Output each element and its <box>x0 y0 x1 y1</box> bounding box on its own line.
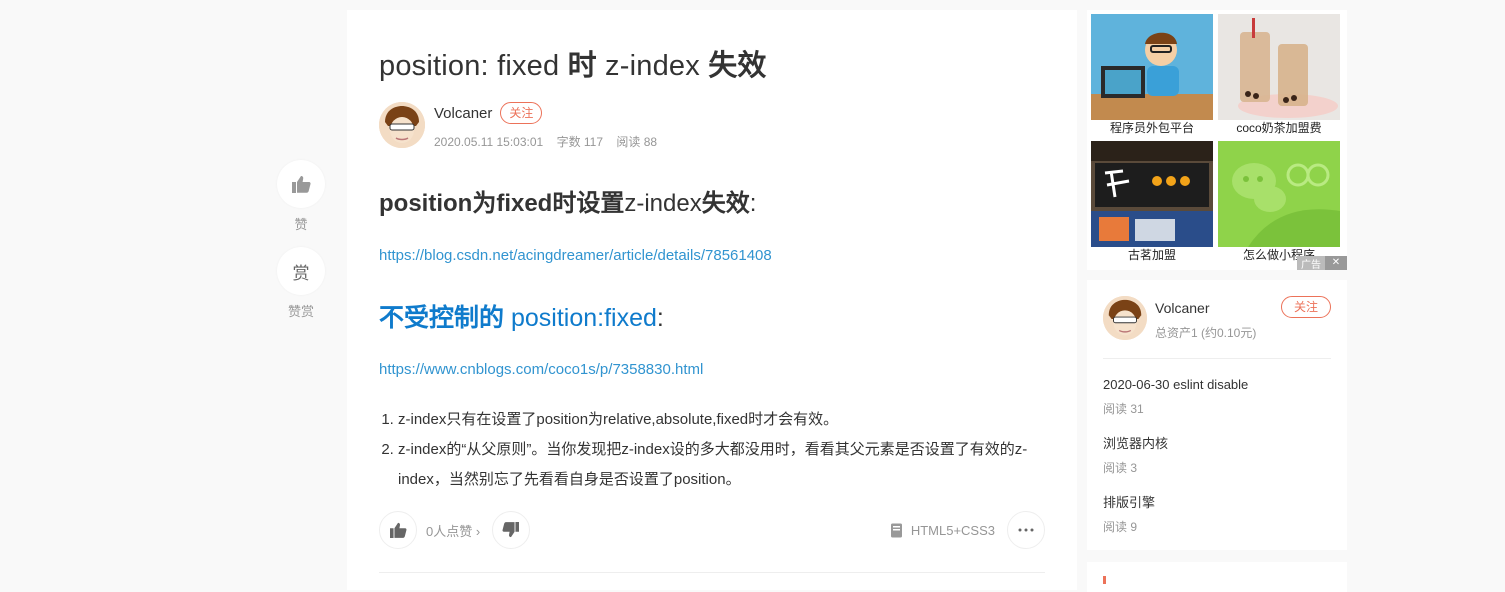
heading-part: fixed <box>496 190 553 217</box>
word-count: 字数 117 <box>556 135 604 149</box>
ad-item[interactable]: coco奶茶加盟费 <box>1218 14 1340 136</box>
divider <box>379 572 1045 573</box>
heading-part: : <box>749 190 757 217</box>
ad-label: 广告 <box>1301 259 1321 271</box>
list-item[interactable]: 浏览器内核 阅读 3 <box>1103 435 1331 494</box>
side-actions: 赞 赏 赞赏 <box>277 160 325 334</box>
like-button[interactable] <box>379 511 417 549</box>
title-part: z-index <box>596 50 709 82</box>
list-item[interactable]: 排版引擎 阅读 9 <box>1103 494 1331 553</box>
side-reward-button[interactable]: 赏 赞赏 <box>277 247 325 320</box>
article-title: position: fixed 时 z-index 失效 <box>379 48 1045 84</box>
side-like-circle[interactable] <box>277 160 325 208</box>
thumbs-down-icon <box>502 522 520 538</box>
ad-image[interactable] <box>1091 141 1213 247</box>
notes-list: z-index只有在设置了position为relative,absolute,… <box>379 405 1045 495</box>
author-info: Volcaner 关注 2020.05.11 15:03:01 字数 117 阅… <box>434 102 667 150</box>
side-reward-circle[interactable]: 赏 <box>277 247 325 295</box>
author-row: Volcaner 关注 2020.05.11 15:03:01 字数 117 阅… <box>379 102 1045 150</box>
card-accent-bar <box>1103 576 1106 584</box>
list-item[interactable]: 2020-06-30 eslint disable 阅读 31 <box>1103 376 1331 435</box>
heading-part: 为 <box>472 190 497 217</box>
chevron-right-icon: › <box>475 523 481 539</box>
article-card: position: fixed 时 z-index 失效 Volcaner 关注… <box>347 10 1077 590</box>
heading-bold: 不受控制的 <box>379 304 505 332</box>
next-card <box>1087 562 1347 592</box>
title-part: position: fixed <box>379 50 568 82</box>
ad-caption[interactable]: 程序员外包平台 <box>1091 120 1213 136</box>
author-posts-list: 2020-06-30 eslint disable 阅读 31 浏览器内核 阅读… <box>1103 376 1331 553</box>
author-card-avatar[interactable] <box>1103 296 1147 340</box>
ad-caption[interactable]: coco奶茶加盟费 <box>1218 120 1340 136</box>
ad-mark: 广告 ✕ <box>1297 256 1347 271</box>
ad-image[interactable] <box>1091 14 1213 120</box>
heading-part: 失效 <box>701 190 750 217</box>
collection-tag-label[interactable]: HTML5+CSS3 <box>911 523 995 538</box>
article-actions-bar: 0人点赞 › HTML5+CSS3 <box>379 510 1045 550</box>
post-title[interactable]: 浏览器内核 <box>1103 435 1331 453</box>
like-count-text[interactable]: 0人点赞 <box>426 524 472 539</box>
author-card-asset: 总资产1 (约0.10元) <box>1155 326 1257 340</box>
thumbs-up-icon <box>292 176 311 193</box>
ad-caption[interactable]: 古茗加盟 <box>1091 247 1213 263</box>
title-part: 失效 <box>708 50 767 82</box>
author-card: Volcaner 总资产1 (约0.10元) 关注 2020-06-30 esl… <box>1087 280 1347 550</box>
heading-colon: : <box>656 304 664 332</box>
follow-button[interactable]: 关注 <box>500 102 543 124</box>
heading-part: 时设置 <box>552 190 625 217</box>
author-card-header: Volcaner 总资产1 (约0.10元) 关注 <box>1103 296 1331 359</box>
ad-item[interactable]: 古茗加盟 <box>1091 141 1213 263</box>
author-avatar[interactable] <box>379 102 425 148</box>
ad-panel: 程序员外包平台 coco奶茶加盟费 古茗加盟 怎么做小程序 广告 ✕ <box>1087 10 1347 271</box>
post-reads: 阅读 31 <box>1103 402 1144 416</box>
more-button[interactable] <box>1007 511 1045 549</box>
reward-icon: 赏 <box>292 263 310 283</box>
author-card-name[interactable]: Volcaner <box>1155 300 1209 316</box>
ad-image[interactable] <box>1218 141 1340 247</box>
author-card-follow-button[interactable]: 关注 <box>1281 296 1331 318</box>
heading-rest: position:fixed <box>504 304 657 332</box>
notebook-icon <box>890 523 902 537</box>
dislike-button[interactable] <box>492 511 531 549</box>
post-title[interactable]: 2020-06-30 eslint disable <box>1103 376 1331 394</box>
side-like-label: 赞 <box>294 217 308 232</box>
title-part: 时 <box>567 50 597 82</box>
read-count: 阅读 88 <box>616 135 658 149</box>
ad-item[interactable]: 程序员外包平台 <box>1091 14 1213 136</box>
collection-tag[interactable]: HTML5+CSS3 <box>890 511 1045 549</box>
side-reward-label: 赞赏 <box>287 304 314 319</box>
author-name[interactable]: Volcaner <box>434 105 492 122</box>
article-meta: 2020.05.11 15:03:01 字数 117 阅读 88 <box>434 133 667 150</box>
like-count[interactable]: 0人点赞 › <box>426 521 480 540</box>
list-item: z-index的“从父原则”。当你发现把z-index设的多大都没用时，看看其父… <box>398 435 1045 495</box>
author-top: Volcaner 关注 <box>434 102 667 124</box>
close-icon[interactable]: ✕ <box>1325 256 1347 270</box>
avatar-image <box>379 102 425 148</box>
heading-part: z-index <box>624 190 702 217</box>
section-heading-1: position为fixed时设置z-index失效: <box>379 186 1045 222</box>
section-heading-2: 不受控制的 position:fixed: <box>379 300 1045 336</box>
reference-link-2[interactable]: https://www.cnblogs.com/coco1s/p/7358830… <box>379 361 1045 378</box>
reference-link-1[interactable]: https://blog.csdn.net/acingdreamer/artic… <box>379 247 1045 264</box>
thumbs-up-icon <box>390 522 407 538</box>
ad-image[interactable] <box>1218 14 1340 120</box>
post-reads: 阅读 9 <box>1103 520 1138 534</box>
ad-item[interactable]: 怎么做小程序 <box>1218 141 1340 263</box>
publish-date: 2020.05.11 15:03:01 <box>434 135 544 149</box>
post-reads: 阅读 3 <box>1103 461 1138 475</box>
more-icon <box>1018 528 1034 532</box>
post-title[interactable]: 排版引擎 <box>1103 494 1331 512</box>
list-item: z-index只有在设置了position为relative,absolute,… <box>398 405 1045 435</box>
side-like-button[interactable]: 赞 <box>277 160 325 233</box>
heading-part: position <box>379 190 473 217</box>
